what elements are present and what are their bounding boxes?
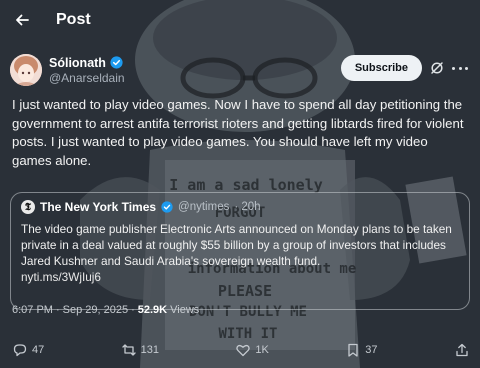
heart-icon xyxy=(236,344,251,357)
like-button[interactable]: 1K xyxy=(235,342,269,358)
reply-icon xyxy=(13,344,27,357)
reply-button[interactable]: 47 xyxy=(12,342,44,358)
repost-icon xyxy=(122,344,136,356)
author-handle[interactable]: @Anarseldain xyxy=(49,71,125,85)
bookmark-icon xyxy=(348,343,358,357)
verified-badge-icon xyxy=(110,56,123,69)
subscribe-button[interactable]: Subscribe xyxy=(340,55,422,81)
quote-author-handle: @nytimes xyxy=(178,201,230,213)
nyt-logo-icon: 𝕿 xyxy=(21,200,35,214)
author-meta: Sólionath @Anarseldain xyxy=(49,56,125,85)
author-name-row: Sólionath xyxy=(49,56,125,70)
action-bar: 47 131 1K 37 xyxy=(12,340,470,360)
avatar-image xyxy=(10,54,42,86)
share-button[interactable] xyxy=(454,342,470,358)
post-header: Post xyxy=(0,0,480,40)
tweet-text: I just wanted to play video games. Now I… xyxy=(12,97,464,168)
page-title: Post xyxy=(56,11,91,28)
quoted-tweet[interactable]: 𝕿 The New York Times @nytimes · 20h The … xyxy=(10,192,470,310)
author-name[interactable]: Sólionath xyxy=(49,56,106,70)
post-time[interactable]: 6:07 PM xyxy=(12,304,53,316)
post-view: Post xyxy=(0,0,480,40)
like-count: 1K xyxy=(255,344,269,356)
post-meta: 6:07 PM · Sep 29, 2025 · 52.9K Views xyxy=(12,304,199,316)
post-author: Sólionath @Anarseldain Subscribe xyxy=(10,52,470,88)
arrow-left-icon xyxy=(16,14,29,26)
bookmark-count: 37 xyxy=(365,344,378,356)
repost-button[interactable]: 131 xyxy=(121,342,159,358)
bookmark-button[interactable]: 37 xyxy=(345,342,378,358)
quote-header: 𝕿 The New York Times @nytimes · 20h xyxy=(21,199,459,215)
back-button[interactable] xyxy=(12,10,32,30)
quote-time: · 20h xyxy=(234,201,261,213)
more-options-icon[interactable] xyxy=(452,61,468,75)
grok-icon[interactable] xyxy=(430,61,444,75)
post-date[interactable]: Sep 29, 2025 xyxy=(63,304,128,316)
verified-badge-icon xyxy=(161,201,173,213)
quote-body: The video game publisher Electronic Arts… xyxy=(21,222,452,268)
quote-link[interactable]: nyti.ms/3WjIuj6 xyxy=(21,270,101,284)
meta-separator: · xyxy=(55,304,60,316)
share-icon xyxy=(456,343,468,357)
quote-author-name: The New York Times xyxy=(40,200,157,214)
views-label: Views xyxy=(170,304,200,316)
reply-count: 47 xyxy=(32,344,45,356)
views-count: 52.9K xyxy=(137,304,168,316)
repost-count: 131 xyxy=(140,344,160,356)
avatar[interactable] xyxy=(10,54,42,86)
meta-separator: · xyxy=(131,304,135,316)
quote-text: The video game publisher Electronic Arts… xyxy=(21,221,459,285)
